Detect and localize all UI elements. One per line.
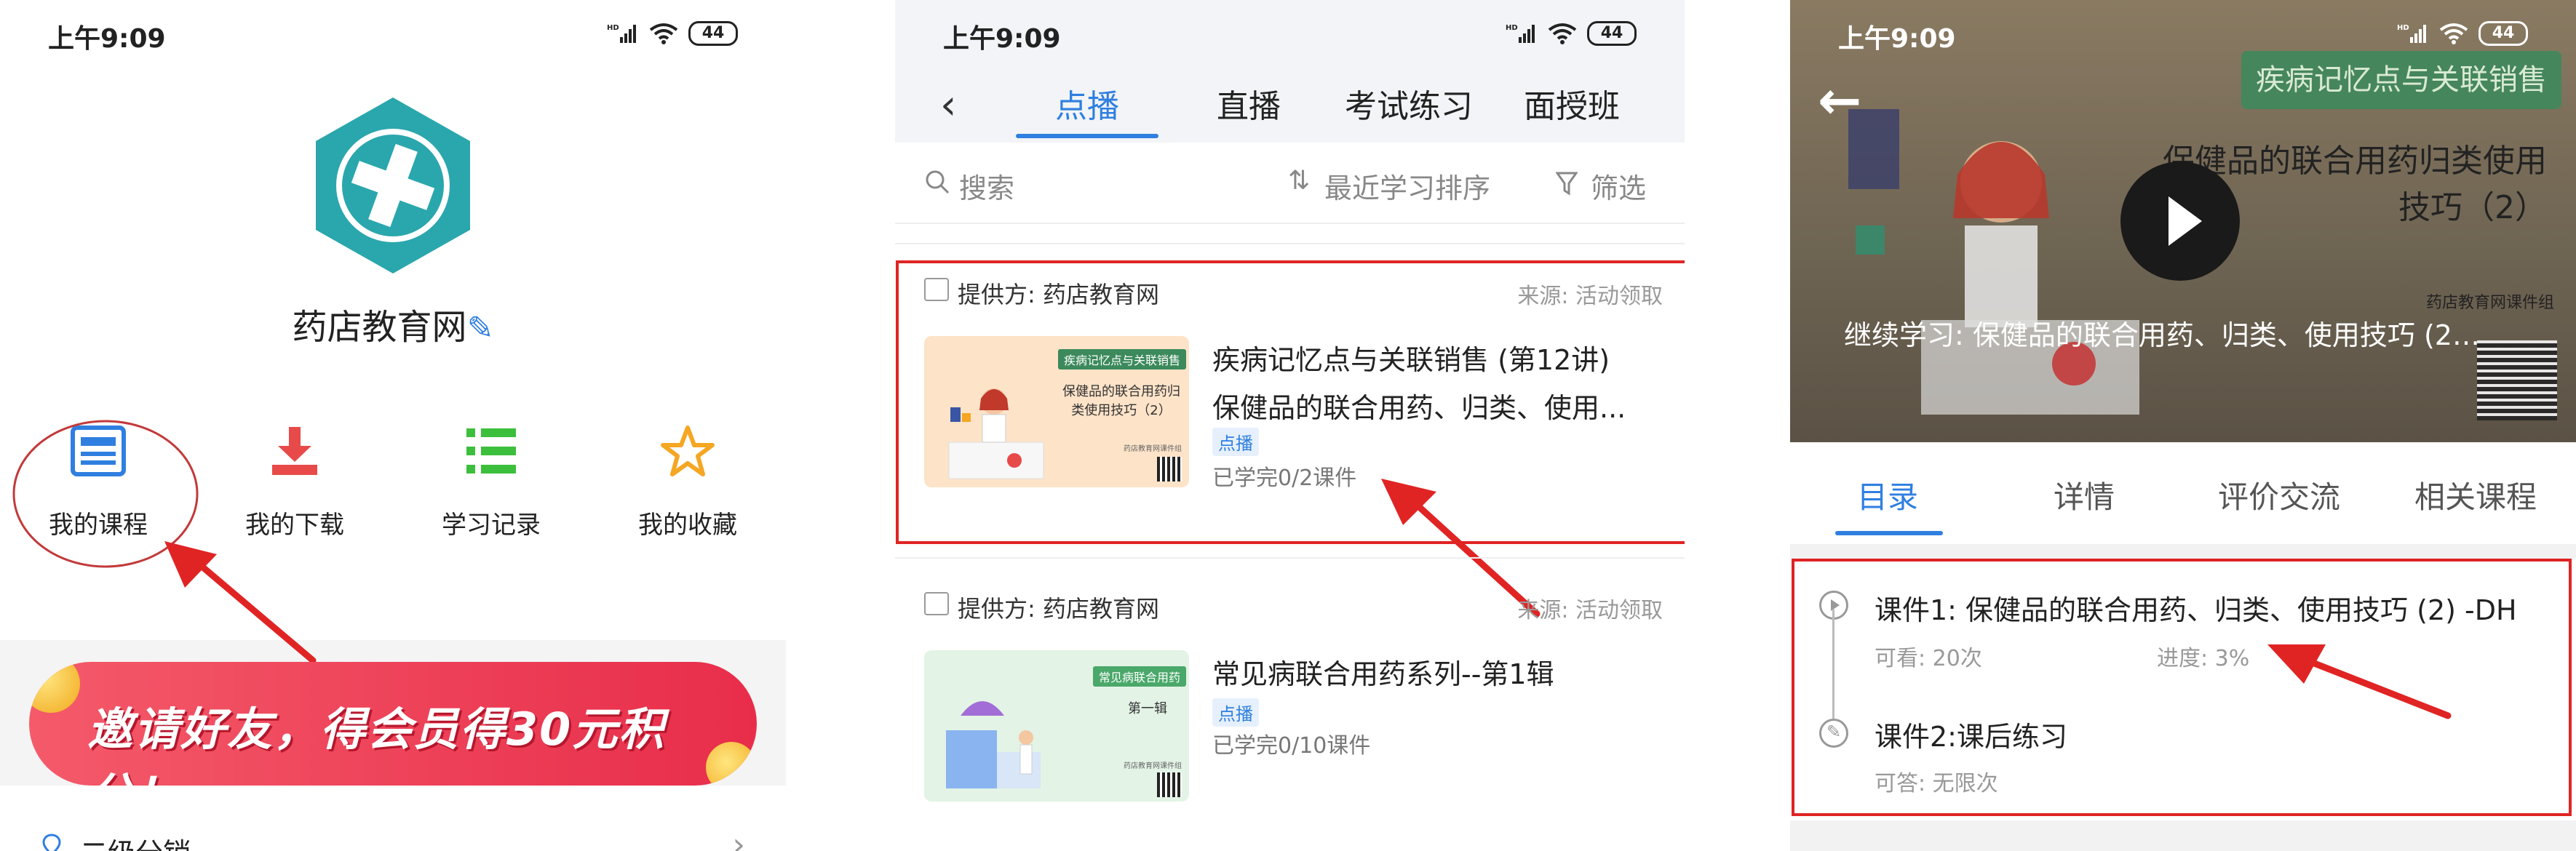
signal-icon: HD xyxy=(2397,24,2426,43)
qr-code xyxy=(2477,340,2557,420)
video-illustration xyxy=(1848,109,2139,415)
status-icons: HD 44 xyxy=(2397,19,2528,48)
tag-vod: 点播 xyxy=(1212,698,1259,727)
chevron-right-icon: › xyxy=(732,826,745,851)
menu-label: 我的下载 xyxy=(245,511,344,540)
panel-profile: 上午9:09 HD 44 药店教育网✎ 我的课程 我的下载 学习记录 我的收藏 xyxy=(0,0,786,851)
battery-icon: 44 xyxy=(2478,21,2528,46)
battery-icon: 44 xyxy=(688,21,738,46)
list-icon xyxy=(466,428,516,474)
course-title: 常见病联合用药系列--第1辑 xyxy=(1212,650,1663,698)
tab-related[interactable]: 相关课程 xyxy=(2414,473,2537,517)
tab-exam[interactable]: 考试练习 xyxy=(1345,80,1473,127)
site-name-text: 药店教育网 xyxy=(292,307,467,348)
top-nav: ‹ 点播 直播 考试练习 面授班 xyxy=(895,65,1685,143)
status-icons: HD 44 xyxy=(607,19,738,48)
pointer-arrow xyxy=(164,541,317,664)
highlight-box xyxy=(896,260,1685,544)
pointer-arrow xyxy=(2267,644,2452,719)
status-bar: 上午9:09 HD 44 xyxy=(895,0,1685,70)
thumb-title: 第一辑 xyxy=(1128,701,1167,716)
menu-my-favorites[interactable]: 我的收藏 xyxy=(589,407,786,540)
wifi-icon xyxy=(2439,23,2468,44)
svg-text:HD: HD xyxy=(607,24,619,32)
invite-banner[interactable]: 邀请好友，得会员得30元积分！ xyxy=(29,662,757,786)
status-time: 上午9:09 xyxy=(1838,24,1956,54)
detail-tabs: 目录 详情 评价交流 相关课程 xyxy=(1790,442,2576,544)
source-text: 来源: 活动领取 xyxy=(1517,598,1663,623)
active-tab-indicator xyxy=(1835,531,1943,535)
menu-label: 学习记录 xyxy=(442,511,541,540)
search-icon xyxy=(926,170,950,194)
list-item-label: 二级分销 xyxy=(80,831,191,851)
tab-live[interactable]: 直播 xyxy=(1217,80,1281,127)
list-item-distribution[interactable]: 二级分销 › xyxy=(0,786,786,851)
video-org: 药店教育网课件组 xyxy=(2425,294,2554,312)
provider-text: 提供方: 药店教育网 xyxy=(958,595,1159,623)
search-input[interactable]: 搜索 xyxy=(959,166,1014,206)
panel-course-list: 上午9:09 HD 44 ‹ 点播 直播 考试练习 面授班 搜索 ⇅ 最近学习排… xyxy=(895,0,1685,851)
continue-learning[interactable]: 继续学习: 保健品的联合用药、归类、使用技巧 (2)... xyxy=(1844,313,2484,353)
battery-icon: 44 xyxy=(1587,21,1637,46)
svg-text:HD: HD xyxy=(1506,24,1518,32)
course-card[interactable]: 提供方: 药店教育网 来源: 活动领取 常见病联合用药 第一辑 药店教育网课件组… xyxy=(895,578,1685,851)
signal-icon: HD xyxy=(1506,24,1535,43)
divider xyxy=(895,243,1685,244)
svg-text:HD: HD xyxy=(2397,24,2409,32)
tab-reviews[interactable]: 评价交流 xyxy=(2218,473,2340,517)
divider xyxy=(895,223,1685,224)
course-title-line1: 常见病联合用药系列--第1辑 xyxy=(1212,658,1554,690)
tab-details[interactable]: 详情 xyxy=(2054,473,2115,517)
menu-my-downloads[interactable]: 我的下载 xyxy=(196,407,393,540)
edit-icon[interactable]: ✎ xyxy=(467,310,494,347)
thumb-org: 药店教育网课件组 xyxy=(1124,762,1182,770)
wifi-icon xyxy=(1548,23,1577,44)
status-bar: 上午9:09 HD 44 xyxy=(1790,0,2576,70)
sort-icon: ⇅ xyxy=(1288,166,1311,196)
coin-icon xyxy=(29,662,80,713)
wifi-icon xyxy=(649,23,678,44)
active-tab-indicator xyxy=(1016,134,1158,138)
sort-button[interactable]: 最近学习排序 xyxy=(1324,166,1490,206)
download-icon xyxy=(272,427,317,475)
location-icon xyxy=(42,834,61,851)
menu-label: 我的收藏 xyxy=(638,511,737,540)
signal-icon: HD xyxy=(607,24,636,43)
filter-bar: 搜索 ⇅ 最近学习排序 筛选 xyxy=(895,143,1685,223)
star-icon xyxy=(661,426,715,476)
menu-study-records[interactable]: 学习记录 xyxy=(393,407,589,540)
filter-icon xyxy=(1556,172,1578,196)
status-time: 上午9:09 xyxy=(943,24,1061,54)
provider-icon xyxy=(924,592,949,615)
divider xyxy=(895,557,1685,559)
panel-course-detail: ← 疾病记忆点与关联销售 保健品的联合用药归类使用技巧（2） 药店教育网课件组 … xyxy=(1790,0,2576,851)
course-thumbnail: 常见病联合用药 第一辑 药店教育网课件组 xyxy=(924,650,1189,802)
back-arrow-icon[interactable]: ← xyxy=(1818,70,1861,131)
play-button[interactable] xyxy=(2120,161,2240,281)
status-icons: HD 44 xyxy=(1506,19,1637,48)
back-icon[interactable]: ‹ xyxy=(940,81,956,129)
tab-catalog[interactable]: 目录 xyxy=(1857,473,1918,517)
clinic-illustration xyxy=(946,701,1041,788)
site-logo xyxy=(316,97,470,273)
status-bar: 上午9:09 HD 44 xyxy=(0,0,786,70)
thumb-badge: 常见病联合用药 xyxy=(1092,666,1186,687)
status-time: 上午9:09 xyxy=(48,24,166,54)
tab-vod[interactable]: 点播 xyxy=(1055,80,1119,127)
tab-class[interactable]: 面授班 xyxy=(1524,80,1620,127)
site-name: 药店教育网✎ xyxy=(0,298,786,349)
banner-text: 邀请好友，得会员得30元积分！ xyxy=(87,703,666,786)
filter-button[interactable]: 筛选 xyxy=(1591,166,1646,206)
qr-code xyxy=(1157,772,1182,797)
course-progress: 已学完0/10课件 xyxy=(1212,733,1371,759)
